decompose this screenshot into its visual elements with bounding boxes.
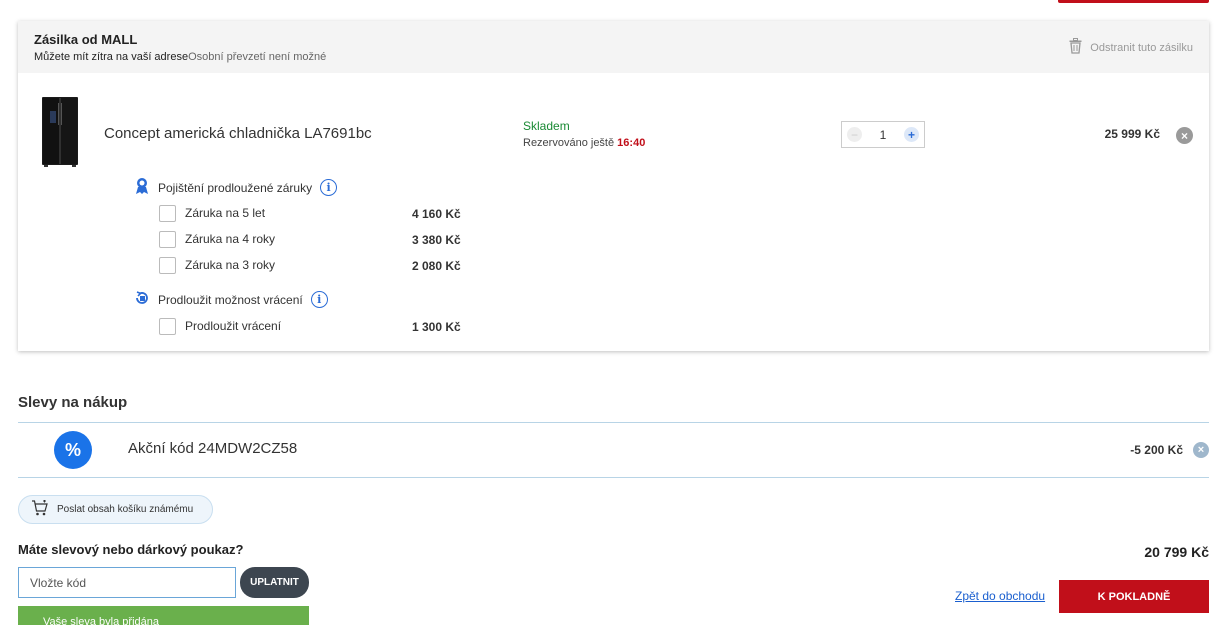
stock-status: Skladem <box>523 119 570 133</box>
checkbox[interactable] <box>159 204 176 222</box>
warranty-title: Pojištění prodloužené záruky <box>158 180 313 195</box>
voucher-question: Máte slevový nebo dárkový poukaz? <box>18 542 244 557</box>
returns-option-extend[interactable]: Prodloužit vrácení <box>159 317 281 335</box>
checkbox[interactable] <box>159 317 176 335</box>
discount-amount: -5 200 Kč <box>1130 443 1183 457</box>
warranty-option-5y[interactable]: Záruka na 5 let <box>159 204 265 222</box>
delivery-info: Můžete mít zítra na vaší adrese <box>34 51 189 63</box>
option-label[interactable]: Záruka na 4 roky <box>185 232 275 246</box>
apply-voucher-button[interactable]: UPLATNIT <box>240 567 309 598</box>
product-price: 25 999 Kč <box>1104 127 1160 141</box>
info-icon[interactable]: i <box>310 291 328 308</box>
remove-item-button[interactable]: × <box>1176 127 1193 144</box>
checkbox[interactable] <box>159 256 176 274</box>
info-icon[interactable]: i <box>320 179 338 196</box>
option-label[interactable]: Záruka na 5 let <box>185 206 265 220</box>
returns-title: Prodloužit možnost vrácení <box>158 292 303 307</box>
remove-discount-button[interactable]: × <box>1193 442 1209 458</box>
quantity-decrease-button[interactable]: − <box>847 127 862 142</box>
product-name[interactable]: Concept americká chladnička LA7691bc <box>104 125 372 142</box>
voucher-code-input[interactable] <box>18 567 236 598</box>
header-checkout-button-edge[interactable] <box>1058 0 1209 3</box>
share-cart-button[interactable]: Poslat obsah košíku známému <box>18 495 213 524</box>
cart-icon <box>31 499 49 519</box>
option-price: 1 300 Kč <box>412 320 461 334</box>
product-image[interactable] <box>40 97 80 167</box>
share-cart-label: Poslat obsah košíku známému <box>57 504 194 515</box>
option-price: 2 080 Kč <box>412 259 461 273</box>
voucher-success-message: Vaše sleva byla přidána <box>18 606 309 625</box>
shipment-title: Zásilka od MALL <box>34 32 138 47</box>
percent-icon: % <box>54 431 92 469</box>
checkbox[interactable] <box>159 230 176 248</box>
reservation-time: 16:40 <box>617 137 646 149</box>
discount-name: Akční kód 24MDW2CZ58 <box>128 440 298 457</box>
quantity-value[interactable]: 1 <box>880 128 887 142</box>
warranty-option-3y[interactable]: Záruka na 3 roky <box>159 256 275 274</box>
ribbon-icon <box>134 177 150 198</box>
discount-row: % Akční kód 24MDW2CZ58 -5 200 Kč × <box>18 422 1209 478</box>
back-to-shop-link[interactable]: Zpět do obchodu <box>955 589 1045 603</box>
discounts-title: Slevy na nákup <box>18 394 128 411</box>
shipment-header: Zásilka od MALL Můžete mít zítra na vaší… <box>18 21 1209 73</box>
quantity-stepper[interactable]: − 1 + <box>841 121 925 148</box>
cart-total: 20 799 Kč <box>1144 544 1209 560</box>
returns-section-title: Prodloužit možnost vrácení i <box>134 290 328 309</box>
option-label[interactable]: Záruka na 3 roky <box>185 258 275 272</box>
checkout-button[interactable]: K POKLADNĚ <box>1059 580 1209 613</box>
option-label[interactable]: Prodloužit vrácení <box>185 319 281 333</box>
warranty-option-4y[interactable]: Záruka na 4 roky <box>159 230 275 248</box>
return-icon <box>134 290 150 309</box>
warranty-section-title: Pojištění prodloužené záruky i <box>134 177 338 198</box>
option-price: 4 160 Kč <box>412 207 461 221</box>
shipment-subtitle: Můžete mít zítra na vaší adreseOsobní př… <box>34 51 326 63</box>
trash-icon <box>1069 38 1082 57</box>
shipment-card: Zásilka od MALL Můžete mít zítra na vaší… <box>18 21 1209 351</box>
reservation-label: Rezervováno ještě <box>523 137 615 149</box>
remove-shipment-label: Odstranit tuto zásilku <box>1090 41 1193 54</box>
quantity-increase-button[interactable]: + <box>904 127 919 142</box>
option-price: 3 380 Kč <box>412 233 461 247</box>
pickup-info: Osobní převzetí není možné <box>188 51 327 63</box>
remove-shipment-button[interactable]: Odstranit tuto zásilku <box>1069 38 1193 57</box>
reservation-info: Rezervováno ještě 16:40 <box>523 137 645 149</box>
